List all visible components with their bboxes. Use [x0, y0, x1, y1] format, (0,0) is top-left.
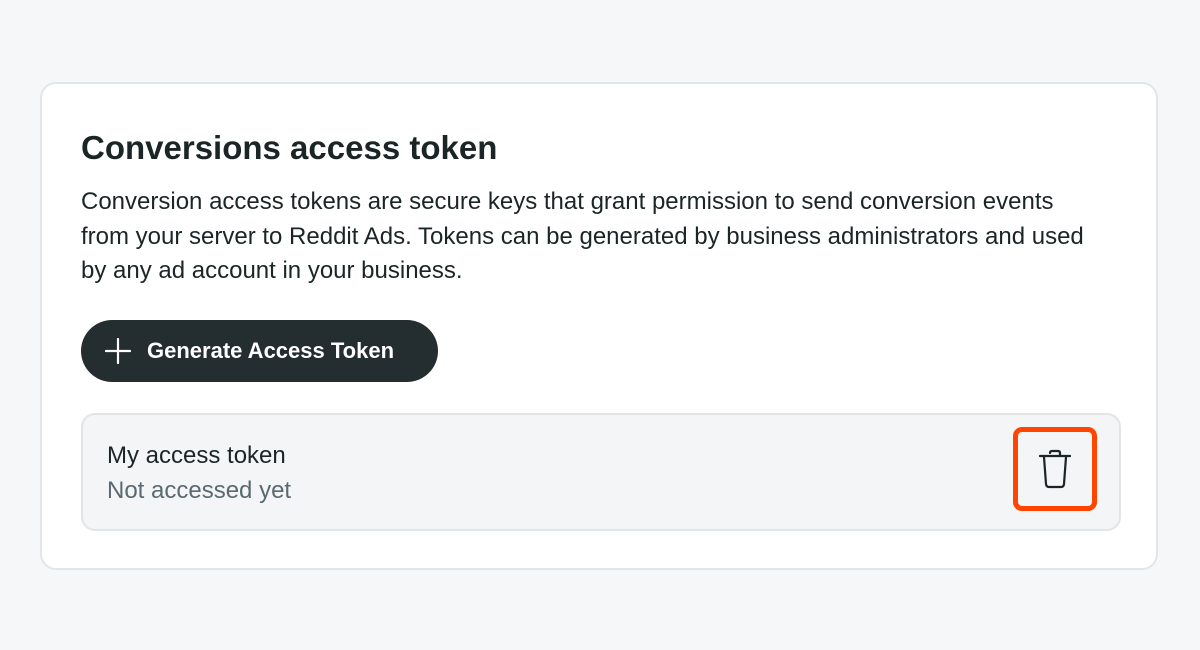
section-title: Conversions access token [81, 129, 498, 166]
plus-icon [105, 338, 131, 364]
conversions-access-token-card: Conversions access token Conversion acce… [40, 82, 1158, 570]
token-status: Not accessed yet [107, 477, 292, 504]
section-description: Conversion access tokens are secure keys… [81, 188, 1084, 284]
token-list-item: My access token Not accessed yet [81, 413, 1121, 531]
delete-token-button[interactable] [1013, 427, 1097, 511]
trash-icon [1038, 449, 1072, 489]
token-name: My access token [107, 442, 286, 469]
generate-access-token-label: Generate Access Token [147, 338, 395, 363]
generate-access-token-button[interactable]: Generate Access Token [81, 320, 438, 382]
